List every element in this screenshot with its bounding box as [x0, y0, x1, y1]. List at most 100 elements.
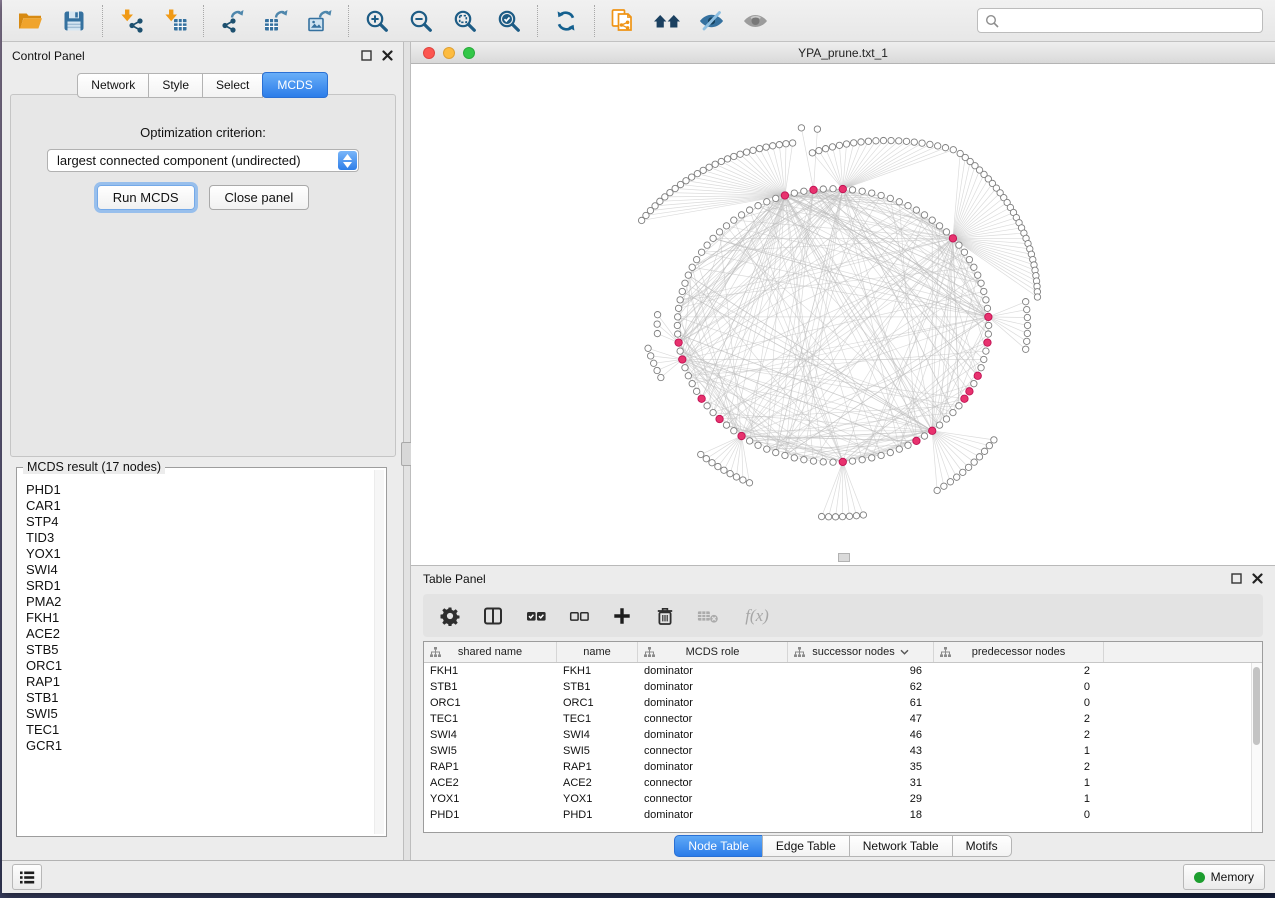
zoom-out-icon[interactable]	[407, 7, 435, 35]
mcds-result-scrollbar[interactable]	[374, 470, 384, 834]
close-table-panel-icon[interactable]	[1252, 573, 1263, 584]
mcds-result-item[interactable]: RAP1	[26, 674, 373, 690]
table-row[interactable]: YOX1YOX1connector291	[424, 791, 1252, 807]
mcds-result-item[interactable]: ORC1	[26, 658, 373, 674]
tab-node-table[interactable]: Node Table	[674, 835, 763, 857]
zoom-selected-region-icon[interactable]	[495, 7, 523, 35]
table-scrollbar[interactable]	[1251, 663, 1262, 832]
table-row[interactable]: PHD1PHD1dominator180	[424, 807, 1252, 823]
mcds-result-item[interactable]: CAR1	[26, 498, 373, 514]
table-cell: 0	[934, 681, 1104, 693]
toggle-panel-columns-icon[interactable]	[482, 605, 504, 627]
export-network-icon[interactable]	[218, 7, 246, 35]
first-neighbors-icon[interactable]	[653, 7, 681, 35]
table-cell: 29	[788, 793, 934, 805]
function-builder-icon-disabled: f(x)	[740, 605, 774, 627]
hide-selected-eye-slash-icon[interactable]	[697, 7, 725, 35]
table-row[interactable]: SWI4SWI4dominator462	[424, 727, 1252, 743]
column-settings-gear-icon[interactable]	[439, 605, 461, 627]
float-panel-icon[interactable]	[361, 50, 372, 61]
zoom-in-icon[interactable]	[363, 7, 391, 35]
table-cell: ORC1	[424, 697, 557, 709]
table-row[interactable]: ACE2ACE2connector311	[424, 775, 1252, 791]
import-network-from-file-icon[interactable]	[117, 7, 145, 35]
select-all-columns-icon[interactable]	[525, 605, 547, 627]
column-header-predecessor-nodes[interactable]: predecessor nodes	[934, 642, 1104, 662]
tab-network[interactable]: Network	[77, 73, 149, 98]
tab-style[interactable]: Style	[148, 73, 203, 98]
column-header-successor-nodes[interactable]: successor nodes	[788, 642, 934, 662]
table-row[interactable]: TEC1TEC1connector472	[424, 711, 1252, 727]
table-cell: 46	[788, 729, 934, 741]
column-header-shared-name[interactable]: shared name	[424, 642, 557, 662]
table-row[interactable]: RAP1RAP1dominator352	[424, 759, 1252, 775]
table-cell: ORC1	[557, 697, 638, 709]
open-network-file-icon[interactable]	[609, 7, 637, 35]
node-table: shared namenameMCDS rolesuccessor nodesp…	[423, 641, 1263, 833]
network-canvas[interactable]	[411, 64, 1275, 565]
run-mcds-button[interactable]: Run MCDS	[97, 185, 195, 210]
horizontal-splitter-handle[interactable]	[838, 553, 850, 562]
export-table-icon[interactable]	[262, 7, 290, 35]
table-row[interactable]: STB1STB1dominator620	[424, 679, 1252, 695]
tab-select[interactable]: Select	[202, 73, 263, 98]
column-type-icon	[794, 647, 805, 658]
table-cell: ACE2	[424, 777, 557, 789]
table-cell: ACE2	[557, 777, 638, 789]
table-row[interactable]: ORC1ORC1dominator610	[424, 695, 1252, 711]
tab-edge-table[interactable]: Edge Table	[762, 835, 850, 857]
add-column-icon[interactable]	[611, 605, 633, 627]
float-table-panel-icon[interactable]	[1231, 573, 1242, 584]
search-icon	[985, 14, 999, 28]
mcds-result-item[interactable]: TEC1	[26, 722, 373, 738]
mcds-result-item[interactable]: PMA2	[26, 594, 373, 610]
table-row[interactable]: SWI5SWI5connector431	[424, 743, 1252, 759]
mcds-result-item[interactable]: SWI5	[26, 706, 373, 722]
table-cell: 62	[788, 681, 934, 693]
import-table-from-file-icon[interactable]	[161, 7, 189, 35]
delete-column-icon[interactable]	[654, 605, 676, 627]
table-cell: 43	[788, 745, 934, 757]
table-scrollbar-thumb[interactable]	[1253, 667, 1260, 745]
close-panel-icon[interactable]	[382, 50, 393, 61]
tab-motifs[interactable]: Motifs	[952, 835, 1012, 857]
export-image-icon[interactable]	[306, 7, 334, 35]
show-all-eye-icon[interactable]	[741, 7, 769, 35]
mcds-result-item[interactable]: STB1	[26, 690, 373, 706]
search-input[interactable]	[1004, 13, 1255, 29]
node-table-rows: FKH1FKH1dominator962STB1STB1dominator620…	[424, 663, 1252, 832]
mcds-result-item[interactable]: STB5	[26, 642, 373, 658]
close-panel-button[interactable]: Close panel	[209, 185, 310, 210]
table-row[interactable]: FKH1FKH1dominator962	[424, 663, 1252, 679]
open-file-icon[interactable]	[16, 7, 44, 35]
mcds-result-item[interactable]: TID3	[26, 530, 373, 546]
save-session-icon[interactable]	[60, 7, 88, 35]
table-cell: STB1	[557, 681, 638, 693]
mcds-result-item[interactable]: FKH1	[26, 610, 373, 626]
tab-mcds[interactable]: MCDS	[262, 72, 327, 98]
mcds-result-item[interactable]: ACE2	[26, 626, 373, 642]
deselect-all-columns-icon[interactable]	[568, 605, 590, 627]
refresh-view-icon[interactable]	[552, 7, 580, 35]
mcds-result-item[interactable]: GCR1	[26, 738, 373, 754]
table-cell: connector	[638, 745, 788, 757]
tab-network-table[interactable]: Network Table	[849, 835, 953, 857]
table-cell: FKH1	[557, 665, 638, 677]
column-header-name[interactable]: name	[557, 642, 638, 662]
vertical-splitter[interactable]	[403, 42, 411, 860]
mcds-result-item[interactable]: STP4	[26, 514, 373, 530]
table-cell: dominator	[638, 729, 788, 741]
network-graph[interactable]	[411, 64, 1275, 565]
mcds-result-item[interactable]: PHD1	[26, 482, 373, 498]
column-header-MCDS-role[interactable]: MCDS role	[638, 642, 788, 662]
mcds-result-item[interactable]: SRD1	[26, 578, 373, 594]
zoom-fit-content-icon[interactable]	[451, 7, 479, 35]
task-history-button[interactable]	[12, 864, 42, 890]
mcds-result-item[interactable]: SWI4	[26, 562, 373, 578]
search-box[interactable]	[977, 8, 1263, 33]
memory-button[interactable]: Memory	[1183, 864, 1265, 890]
optimization-criterion-select[interactable]: largest connected component (undirected)	[47, 149, 359, 172]
mcds-result-item[interactable]: YOX1	[26, 546, 373, 562]
table-cell: 96	[788, 665, 934, 677]
status-bar: Memory	[2, 860, 1275, 893]
